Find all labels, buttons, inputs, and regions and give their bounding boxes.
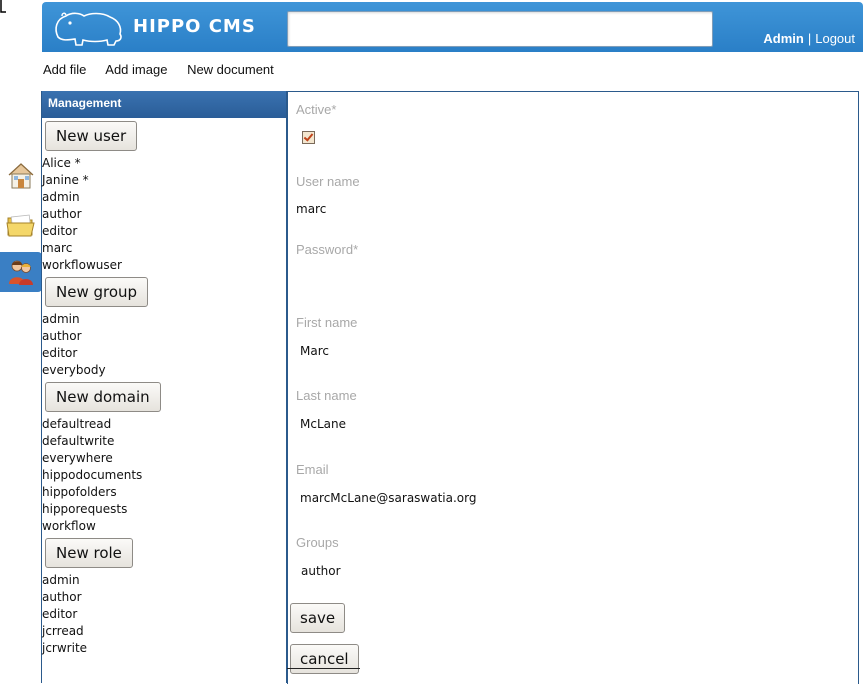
rail-item-home[interactable] xyxy=(0,156,42,196)
list-item[interactable]: everywhere xyxy=(42,450,286,467)
users-icon xyxy=(9,260,33,285)
new-role-button[interactable]: New role xyxy=(45,538,133,568)
list-item[interactable]: defaultwrite xyxy=(42,433,286,450)
divider xyxy=(287,668,360,669)
new-user-button[interactable]: New user xyxy=(45,121,138,151)
firstname-label: First name xyxy=(296,315,358,330)
username-label: User name xyxy=(296,174,360,189)
user-links: Admin | Logout xyxy=(763,31,855,46)
list-item[interactable]: Alice * xyxy=(42,155,286,172)
group-list: admin author editor everybody xyxy=(42,311,286,379)
brand-title: HIPPO CMS xyxy=(133,16,256,37)
separator: | xyxy=(807,31,812,46)
search-input[interactable] xyxy=(287,11,713,47)
email-label: Email xyxy=(296,462,329,477)
list-item[interactable]: everybody xyxy=(42,362,286,379)
email-field: Email marcMcLane@saraswatia.org xyxy=(296,462,477,505)
list-item[interactable]: author xyxy=(42,206,286,223)
corner-mark xyxy=(0,0,6,13)
list-item[interactable]: editor xyxy=(42,345,286,362)
toolbar: Add file Add image New document xyxy=(43,62,290,77)
list-item[interactable]: jcrwrite xyxy=(42,640,286,657)
password-field: Password* xyxy=(296,242,358,257)
new-document-link[interactable]: New document xyxy=(187,62,274,77)
active-field: Active* xyxy=(296,102,336,144)
user-list: Alice * Janine * admin author editor mar… xyxy=(42,155,286,274)
list-item[interactable]: editor xyxy=(42,606,286,623)
active-checkbox[interactable] xyxy=(302,131,315,144)
logout-link[interactable]: Logout xyxy=(815,31,855,46)
groups-value[interactable]: author xyxy=(301,564,341,578)
password-label: Password* xyxy=(296,242,359,257)
firstname-value[interactable]: Marc xyxy=(300,344,357,358)
hippo-logo-icon xyxy=(55,12,122,46)
list-item[interactable]: editor xyxy=(42,223,286,240)
groups-label: Groups xyxy=(296,535,339,550)
lastname-label: Last name xyxy=(296,388,357,403)
groups-field: Groups author xyxy=(296,535,341,578)
current-user-link[interactable]: Admin xyxy=(763,31,803,46)
username-field: User name marc xyxy=(296,174,360,216)
list-item[interactable]: jcrread xyxy=(42,623,286,640)
management-panel: Management New user Alice * Janine * adm… xyxy=(41,91,287,683)
list-item[interactable]: author xyxy=(42,589,286,606)
list-item[interactable]: marc xyxy=(42,240,286,257)
active-label: Active* xyxy=(296,102,337,117)
rail-item-folders[interactable] xyxy=(0,205,42,245)
panel-title: Management xyxy=(42,91,286,118)
lastname-field: Last name McLane xyxy=(296,388,357,431)
list-item[interactable]: hippodocuments xyxy=(42,467,286,484)
domain-list: defaultread defaultwrite everywhere hipp… xyxy=(42,416,286,535)
new-group-button[interactable]: New group xyxy=(45,277,149,307)
folder-icon xyxy=(6,214,35,237)
app-header: HIPPO CMS Admin | Logout xyxy=(42,2,863,52)
save-button[interactable]: save xyxy=(290,603,346,633)
list-item[interactable]: defaultread xyxy=(42,416,286,433)
list-item[interactable]: hipporequests xyxy=(42,501,286,518)
list-item[interactable]: workflowuser xyxy=(42,257,286,274)
add-file-link[interactable]: Add file xyxy=(43,62,86,77)
username-value: marc xyxy=(296,202,327,216)
list-item[interactable]: Janine * xyxy=(42,172,286,189)
list-item[interactable]: hippofolders xyxy=(42,484,286,501)
list-item[interactable]: author xyxy=(42,328,286,345)
email-value[interactable]: marcMcLane@saraswatia.org xyxy=(300,491,477,505)
add-image-link[interactable]: Add image xyxy=(105,62,167,77)
cancel-button[interactable]: cancel xyxy=(290,644,359,674)
list-item[interactable]: workflow xyxy=(42,518,286,535)
list-item[interactable]: admin xyxy=(42,311,286,328)
home-icon xyxy=(8,163,34,189)
new-domain-button[interactable]: New domain xyxy=(45,382,161,412)
list-item[interactable]: admin xyxy=(42,189,286,206)
list-item[interactable]: admin xyxy=(42,572,286,589)
rail-item-users[interactable] xyxy=(0,252,42,292)
user-edit-form: Active* User name marc Password* First n… xyxy=(287,91,859,684)
firstname-field: First name Marc xyxy=(296,315,357,358)
lastname-value[interactable]: McLane xyxy=(300,417,357,431)
role-list: admin author editor jcrread jcrwrite xyxy=(42,572,286,657)
